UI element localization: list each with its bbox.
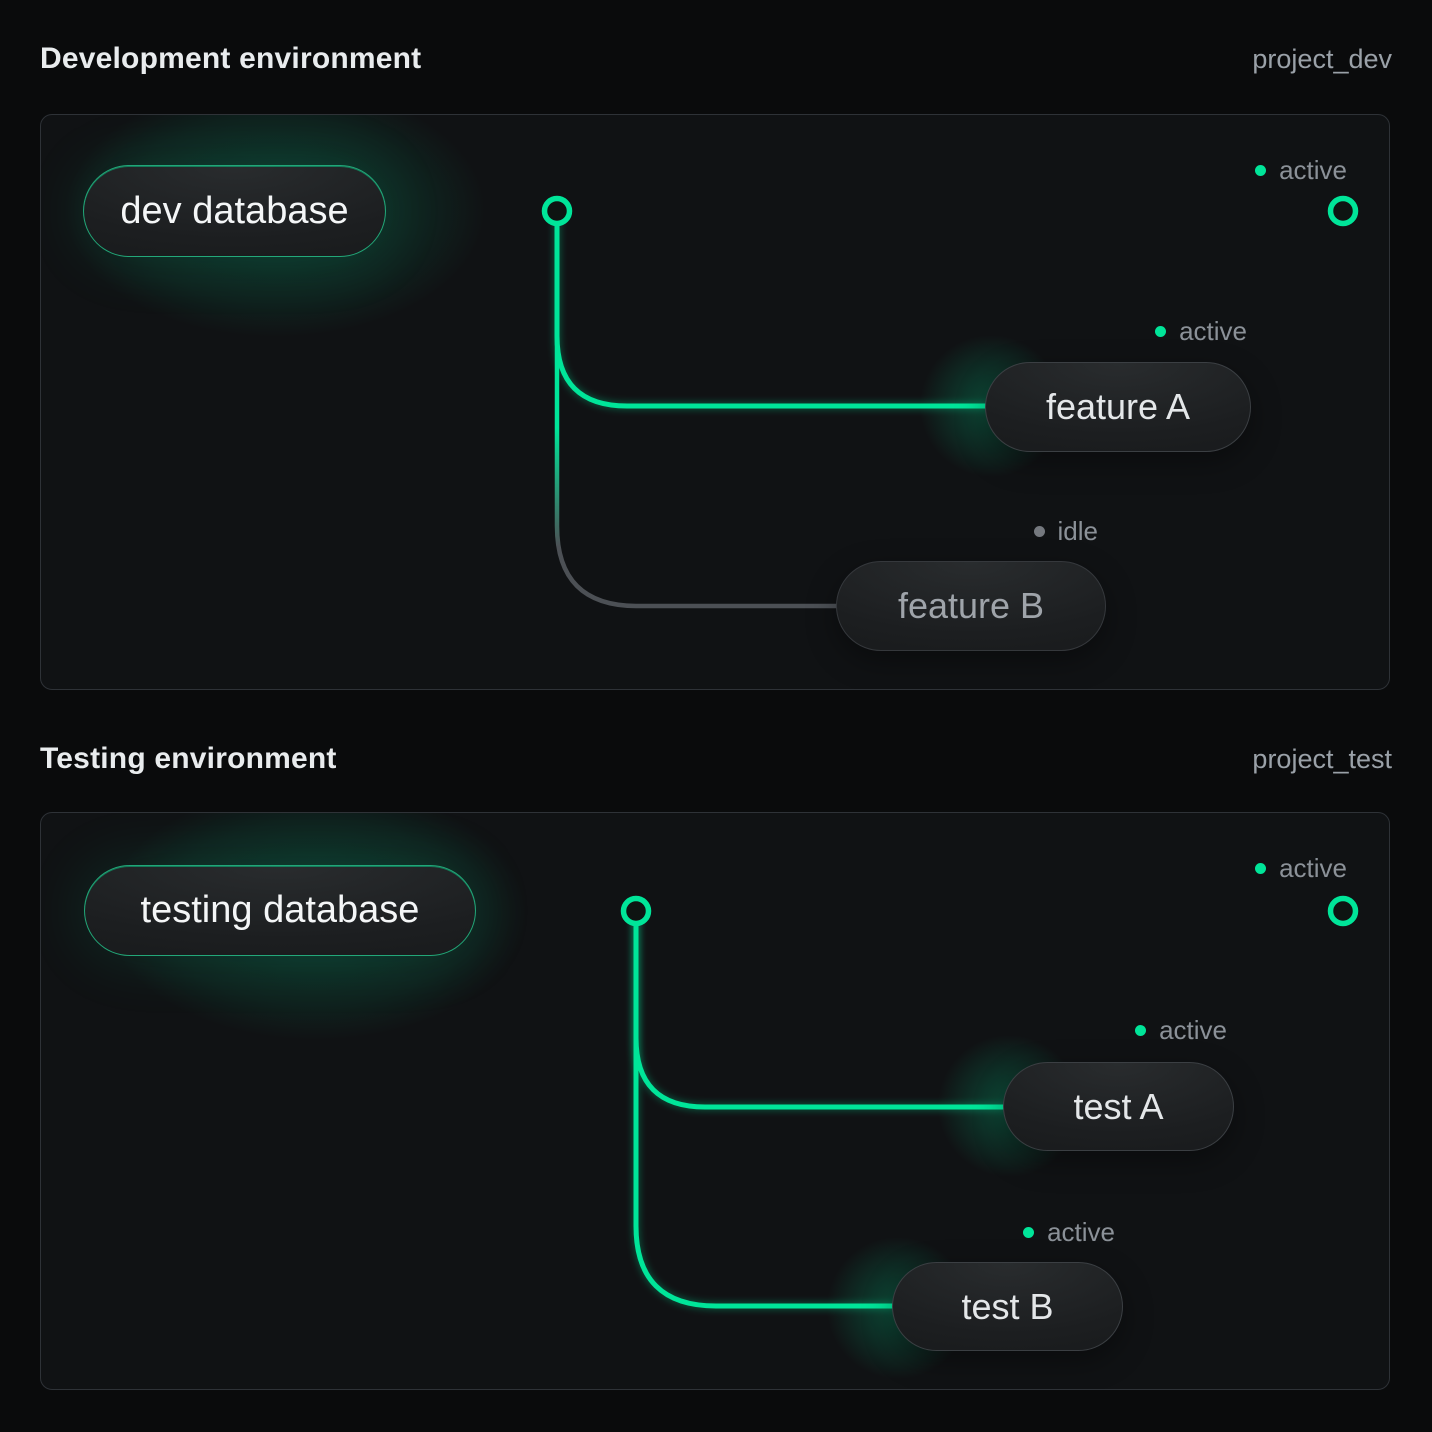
status-label: active xyxy=(1159,1015,1227,1046)
feature-a-node[interactable]: feature A xyxy=(985,362,1251,452)
test-a-label: test A xyxy=(1073,1086,1163,1128)
active-status-dot xyxy=(1155,326,1166,337)
active-status-dot xyxy=(1255,863,1266,874)
test-b-node[interactable]: test B xyxy=(892,1262,1123,1351)
status-label: active xyxy=(1047,1217,1115,1248)
dev-branching-panel: active dev database active feature A idl… xyxy=(40,114,1390,690)
test-project-label: project_test xyxy=(1252,744,1392,775)
test-section-title: Testing environment xyxy=(40,742,337,776)
dev-section-title: Development environment xyxy=(40,42,421,76)
dev-section-header: Development environment project_dev xyxy=(40,42,1392,76)
feature-a-label: feature A xyxy=(1046,386,1190,428)
active-status-dot xyxy=(1135,1025,1146,1036)
feature-b-node[interactable]: feature B xyxy=(836,561,1106,651)
dev-project-label: project_dev xyxy=(1252,44,1392,75)
testing-database-label: testing database xyxy=(141,889,420,932)
test-branching-panel: active testing database active test A ac… xyxy=(40,812,1390,1390)
idle-status-dot xyxy=(1034,526,1045,537)
active-status-dot xyxy=(1255,165,1266,176)
feature-b-status: idle xyxy=(1034,513,1098,549)
dev-main-endpoint xyxy=(1331,199,1356,224)
test-section-header: Testing environment project_test xyxy=(40,742,1392,776)
test-b-label: test B xyxy=(961,1286,1053,1328)
test-b-status: active xyxy=(1023,1214,1115,1250)
test-main-status: active xyxy=(1255,850,1347,886)
test-a-node[interactable]: test A xyxy=(1003,1062,1234,1151)
test-main-endpoint xyxy=(1331,899,1356,924)
status-label: active xyxy=(1279,155,1347,186)
active-status-dot xyxy=(1023,1227,1034,1238)
test-branch-node xyxy=(624,899,649,924)
dev-main-status: active xyxy=(1255,152,1347,188)
testing-database-node[interactable]: testing database xyxy=(84,865,476,956)
feature-a-status: active xyxy=(1155,313,1247,349)
dev-branch-node xyxy=(545,199,570,224)
test-a-status: active xyxy=(1135,1012,1227,1048)
feature-b-label: feature B xyxy=(898,585,1044,627)
status-label: idle xyxy=(1058,516,1098,547)
status-label: active xyxy=(1279,853,1347,884)
dev-database-node[interactable]: dev database xyxy=(83,165,386,257)
branching-dashboard: Development environment project_dev xyxy=(0,0,1432,1432)
dev-database-label: dev database xyxy=(120,190,348,233)
status-label: active xyxy=(1179,316,1247,347)
